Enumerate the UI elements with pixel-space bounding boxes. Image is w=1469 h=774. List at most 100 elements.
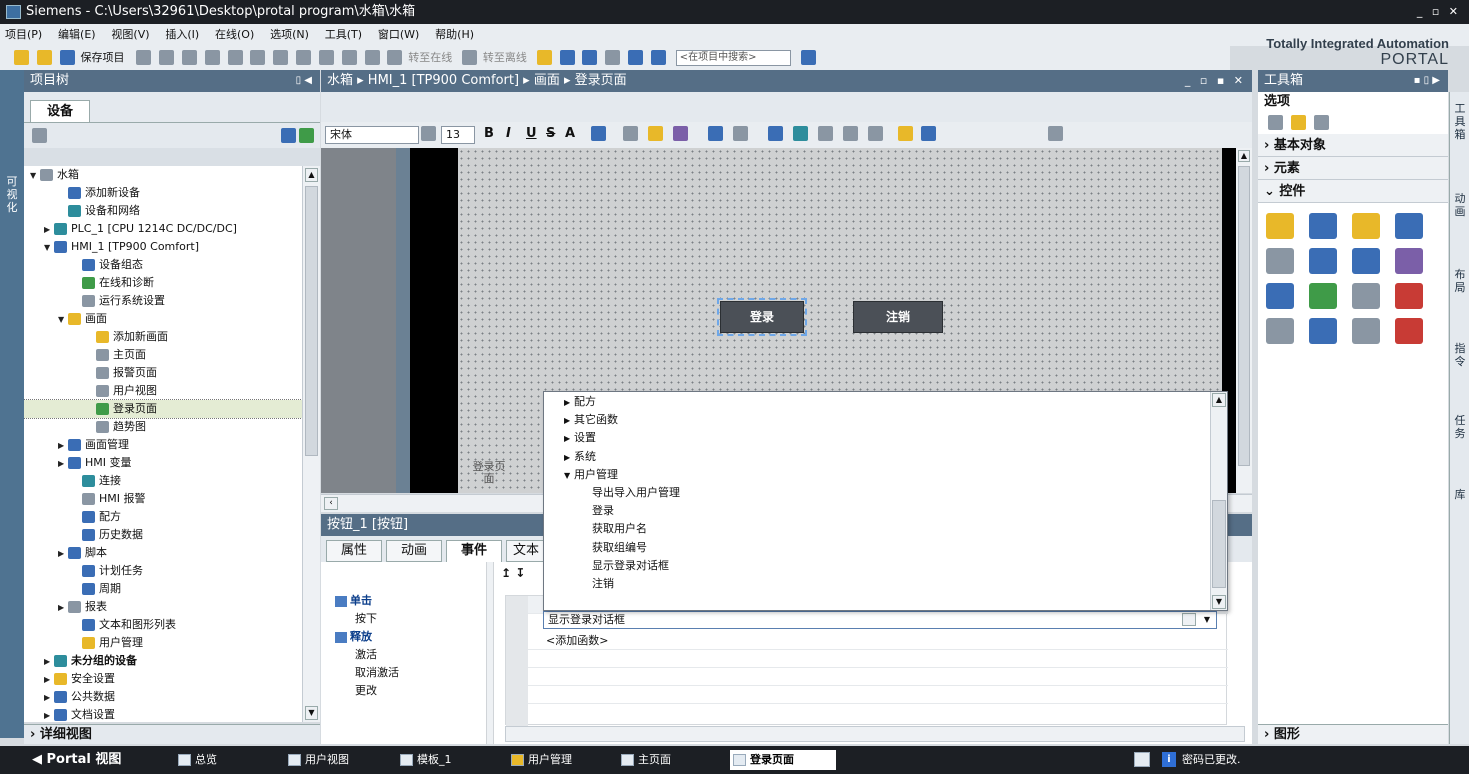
italic-button[interactable]: I bbox=[506, 126, 511, 141]
tab-animations[interactable]: 动画 bbox=[386, 540, 442, 562]
menu-online[interactable]: 在线(O) bbox=[210, 24, 261, 46]
paste-icon[interactable] bbox=[204, 50, 220, 65]
tab-texts[interactable]: 文本 bbox=[506, 540, 546, 562]
user-view-icon[interactable] bbox=[1352, 213, 1380, 239]
chevron-down-icon[interactable]: ▼ bbox=[1200, 613, 1214, 626]
tree-item[interactable]: ▶ 未分组的设备 bbox=[24, 652, 302, 670]
align-objects-icon[interactable] bbox=[818, 126, 833, 141]
delete-icon[interactable] bbox=[227, 50, 243, 65]
pdf-icon[interactable] bbox=[1395, 318, 1423, 344]
html-browser-icon[interactable] bbox=[1395, 213, 1423, 239]
save-project-button[interactable]: 保存项目 bbox=[80, 46, 124, 70]
tree-item[interactable]: ▶ 报表 bbox=[24, 598, 302, 616]
status-force-icon[interactable] bbox=[1395, 283, 1423, 309]
collapsed-arrow-icon[interactable]: ▶ bbox=[44, 689, 54, 707]
collapsed-arrow-icon[interactable]: ▶ bbox=[44, 671, 54, 689]
tab-events[interactable]: 事件 bbox=[446, 540, 502, 562]
new-project-icon[interactable] bbox=[14, 50, 29, 65]
tree-item[interactable]: 配方 bbox=[24, 508, 302, 526]
tree-item[interactable]: ▶ 安全设置 bbox=[24, 670, 302, 688]
menu-edit[interactable]: 编辑(E) bbox=[53, 24, 103, 46]
open-project-icon[interactable] bbox=[36, 50, 52, 65]
tree-item[interactable]: ▼ 画面 bbox=[24, 310, 302, 328]
sort-icons[interactable]: ↥ ↧ bbox=[501, 566, 525, 580]
pointer-icon[interactable] bbox=[1268, 115, 1283, 130]
align-icon[interactable] bbox=[591, 126, 606, 141]
list-view-icon[interactable] bbox=[281, 128, 296, 143]
tree-item[interactable]: 登录页面 bbox=[24, 399, 302, 419]
menu-insert[interactable]: 插入(I) bbox=[160, 24, 206, 46]
alarm-view-icon[interactable] bbox=[1266, 213, 1294, 239]
media-player-icon[interactable] bbox=[1352, 248, 1380, 274]
recipe-view-icon[interactable] bbox=[1266, 248, 1294, 274]
dropdown-scroll-down-icon[interactable]: ▼ bbox=[1212, 595, 1226, 609]
vtab-toolbox[interactable]: 工具箱 bbox=[1452, 102, 1468, 141]
taskbar-user-view[interactable]: 用户视图 bbox=[285, 750, 385, 770]
distribute-icon[interactable] bbox=[843, 126, 858, 141]
tree-item[interactable]: 历史数据 bbox=[24, 526, 302, 544]
tree-item[interactable]: ▶ PLC_1 [CPU 1214C DC/DC/DC] bbox=[24, 220, 302, 238]
new-group-icon[interactable] bbox=[32, 128, 47, 143]
collapsed-arrow-icon[interactable]: ▶ bbox=[562, 412, 574, 430]
login-hmi-button[interactable]: 登录 bbox=[717, 298, 807, 336]
tree-item[interactable]: 添加新画面 bbox=[24, 328, 302, 346]
accessible-devices-icon[interactable] bbox=[536, 50, 552, 65]
table-view-icon[interactable] bbox=[1266, 318, 1294, 344]
editor-window-controls[interactable]: _ ▫ ▪ ✕ bbox=[1185, 70, 1246, 92]
tree-item[interactable]: 主页面 bbox=[24, 346, 302, 364]
zoom-icon[interactable] bbox=[921, 126, 936, 141]
menu-options[interactable]: 选项(N) bbox=[265, 24, 316, 46]
format-painter-icon[interactable] bbox=[898, 126, 913, 141]
text-color-icon[interactable] bbox=[623, 126, 638, 141]
event-item[interactable]: 取消激活 bbox=[331, 664, 491, 682]
add-function-row[interactable]: <添加函数> bbox=[528, 632, 1228, 650]
event-item[interactable]: 更改 bbox=[331, 682, 491, 700]
function-option[interactable]: ▶ 系统 bbox=[544, 448, 1227, 466]
bring-front-icon[interactable] bbox=[768, 126, 783, 141]
save-icon[interactable] bbox=[59, 50, 75, 65]
event-item[interactable]: 按下 bbox=[331, 610, 491, 628]
function-option[interactable]: ▶ 配方 bbox=[544, 393, 1227, 411]
redo-icon[interactable] bbox=[273, 50, 289, 65]
menu-help[interactable]: 帮助(H) bbox=[430, 24, 481, 46]
fx-trend-icon[interactable] bbox=[1309, 248, 1337, 274]
project-tree-scrollbar[interactable]: ▲ ▼ bbox=[302, 166, 320, 722]
cut-icon[interactable] bbox=[159, 50, 175, 65]
collapsed-arrow-icon[interactable]: ▶ bbox=[58, 545, 68, 563]
system-diagnostics-icon[interactable] bbox=[1352, 283, 1380, 309]
tree-item[interactable]: ▶ 画面管理 bbox=[24, 436, 302, 454]
font-case-button[interactable]: A bbox=[565, 126, 575, 141]
tree-item[interactable]: 用户视图 bbox=[24, 382, 302, 400]
collapsed-arrow-icon[interactable]: ▶ bbox=[58, 455, 68, 473]
tree-item[interactable]: ▶ HMI 变量 bbox=[24, 454, 302, 472]
portal-view-button[interactable]: ◀ Portal 视图 bbox=[14, 750, 121, 770]
event-item[interactable]: 释放 bbox=[331, 628, 491, 646]
devices-tab[interactable]: 设备 bbox=[30, 100, 90, 123]
upload-icon[interactable] bbox=[341, 50, 357, 65]
canvas-scroll-thumb[interactable] bbox=[1238, 166, 1250, 466]
device-status-icon[interactable] bbox=[1134, 752, 1150, 767]
collapsed-arrow-icon[interactable]: ▶ bbox=[562, 430, 574, 448]
collapse-pane-icon[interactable]: ▯ ◀ bbox=[296, 70, 312, 92]
vtab-libraries[interactable]: 库 bbox=[1452, 488, 1468, 501]
visualization-vtab[interactable]: 可视化 bbox=[0, 70, 24, 738]
play-icon[interactable] bbox=[1309, 283, 1337, 309]
tree-item[interactable]: 运行系统设置 bbox=[24, 292, 302, 310]
function-option[interactable]: ▶ 其它函数 bbox=[544, 411, 1227, 429]
event-item[interactable]: 单击 bbox=[331, 592, 491, 610]
function-edit-icon[interactable] bbox=[1182, 613, 1196, 626]
camera-icon[interactable] bbox=[1352, 318, 1380, 344]
expanded-arrow-icon[interactable]: ▼ bbox=[58, 311, 68, 329]
function-option[interactable]: ▼ 用户管理 bbox=[544, 466, 1227, 484]
options-header[interactable]: 选项 bbox=[1258, 92, 1448, 112]
fill-color-icon[interactable] bbox=[648, 126, 663, 141]
tree-item[interactable]: 设备和网络 bbox=[24, 202, 302, 220]
tree-item[interactable]: 周期 bbox=[24, 580, 302, 598]
menu-window[interactable]: 窗口(W) bbox=[373, 24, 426, 46]
start-cpu-icon[interactable] bbox=[559, 50, 575, 65]
trend-view-icon[interactable] bbox=[1309, 213, 1337, 239]
line-color-icon[interactable] bbox=[673, 126, 688, 141]
function-option[interactable]: 显示登录对话框 bbox=[544, 557, 1227, 575]
collapsed-arrow-icon[interactable]: ▶ bbox=[58, 599, 68, 617]
tab-properties[interactable]: 属性 bbox=[326, 540, 382, 562]
